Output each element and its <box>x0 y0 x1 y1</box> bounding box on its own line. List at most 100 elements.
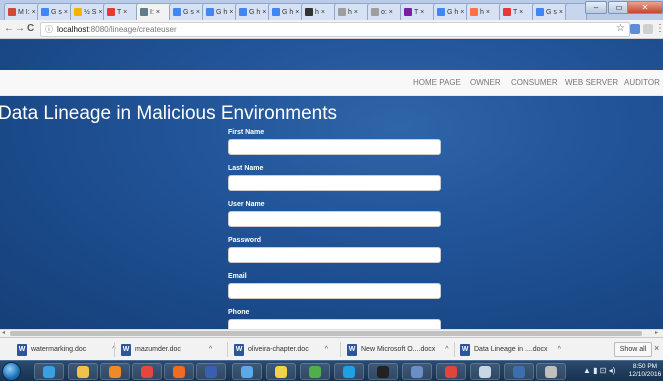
browser-tab-strip: M I: × G s × ½ S × T × I: × G s × G h × G h × G … <box>0 0 663 20</box>
address-url: localhost:8080/lineage/createuser <box>57 25 177 34</box>
download-separator <box>454 342 455 357</box>
taskbar-app[interactable] <box>536 363 566 380</box>
tab-favicon-icon <box>239 8 247 16</box>
site-navbar: HOME PAGE OWNER CONSUMER WEB SERVER AUDI… <box>0 70 663 96</box>
taskbar-app[interactable] <box>196 363 226 380</box>
taskbar-app[interactable] <box>34 363 64 380</box>
skype-icon <box>343 365 355 378</box>
show-all-downloads-button[interactable]: Show all <box>614 342 652 357</box>
taskbar-app[interactable] <box>266 363 296 380</box>
taskbar-app[interactable] <box>504 363 534 380</box>
password-label: Password <box>228 237 262 244</box>
tab-label: T × <box>414 8 425 16</box>
scroll-left-arrow-icon[interactable]: ◂ <box>2 329 5 336</box>
tab-favicon-icon <box>338 8 346 16</box>
ie-icon <box>43 365 55 378</box>
menu-icon[interactable]: ⋮ <box>655 23 663 34</box>
forward-button[interactable]: → <box>15 23 25 34</box>
taskbar-app[interactable] <box>334 363 364 380</box>
url-host: localhost <box>57 25 89 34</box>
tab-favicon-icon <box>503 8 511 16</box>
clock[interactable]: 8:50 PM 12/10/2016 <box>628 363 662 379</box>
tab-label: G h × <box>216 8 234 16</box>
back-button[interactable]: ← <box>4 23 14 34</box>
scrollbar-thumb[interactable] <box>10 331 642 336</box>
taskbar-app[interactable] <box>68 363 98 380</box>
download-item[interactable]: W New Microsoft O....docx ^ <box>347 342 449 357</box>
nav-web-server[interactable]: WEB SERVER <box>565 78 618 87</box>
tab-favicon-icon <box>173 8 181 16</box>
taskbar-app[interactable] <box>232 363 262 380</box>
info-icon[interactable]: ⓘ <box>45 24 53 35</box>
nav-owner[interactable]: OWNER <box>470 78 501 87</box>
extension-icon[interactable] <box>643 24 653 34</box>
last-name-input[interactable] <box>228 175 441 191</box>
tab-favicon-icon <box>536 8 544 16</box>
password-input[interactable] <box>228 247 441 263</box>
taskbar-app[interactable] <box>368 363 398 380</box>
download-separator <box>114 342 115 357</box>
download-filename: Data Lineage in ....docx <box>474 346 548 353</box>
taskbar-app[interactable] <box>300 363 330 380</box>
download-menu-caret-icon[interactable]: ^ <box>558 346 561 353</box>
download-separator <box>227 342 228 357</box>
calc-icon <box>513 365 525 378</box>
tab-label: h × <box>480 8 490 16</box>
close-download-shelf-icon[interactable]: × <box>654 343 659 353</box>
close-window-button[interactable]: ✕ <box>627 1 663 14</box>
nav-auditor[interactable]: AUDITOR <box>624 78 660 87</box>
taskbar-app[interactable] <box>436 363 466 380</box>
horizontal-scrollbar[interactable]: ◂ ▸ <box>0 329 663 337</box>
word-doc-icon: W <box>17 343 27 356</box>
tab-favicon-icon <box>371 8 379 16</box>
reload-button[interactable]: C <box>27 23 34 34</box>
user-name-input[interactable] <box>228 211 441 227</box>
tab-favicon-icon <box>8 8 16 16</box>
new-tab-button[interactable] <box>565 3 587 20</box>
taskbar-app[interactable] <box>470 363 500 380</box>
firefox-icon <box>173 365 185 378</box>
download-filename: mazumder.doc <box>135 346 181 353</box>
paint-icon <box>241 365 253 378</box>
address-bar[interactable]: ⓘ localhost:8080/lineage/createuser <box>40 22 630 37</box>
vpn-icon <box>205 365 217 378</box>
scroll-right-arrow-icon[interactable]: ▸ <box>655 329 658 336</box>
download-menu-caret-icon[interactable]: ^ <box>445 346 448 353</box>
taskbar-app[interactable] <box>402 363 432 380</box>
download-item[interactable]: W oliveira-chapter.doc ^ <box>234 342 328 357</box>
download-menu-caret-icon[interactable]: ^ <box>209 346 212 353</box>
tab-label: G h × <box>282 8 300 16</box>
taskbar-app[interactable] <box>164 363 194 380</box>
bookmark-star-icon[interactable]: ☆ <box>616 23 625 34</box>
tab-label: ½ S × <box>84 8 103 16</box>
download-filename: oliveira-chapter.doc <box>248 346 309 353</box>
chrome-icon <box>141 365 153 378</box>
tab-label: h × <box>348 8 358 16</box>
minimize-button[interactable]: – <box>585 1 607 14</box>
tab-favicon-icon <box>305 8 313 16</box>
download-item[interactable]: W watermarking.doc ^ <box>17 342 116 357</box>
email-label: Email <box>228 273 247 280</box>
app-icon <box>309 365 321 378</box>
star-app-icon <box>445 365 457 378</box>
nav-home-page[interactable]: HOME PAGE <box>413 78 461 87</box>
windows-taskbar: ▲ ▮ ⊡ ◂) 8:50 PM 12/10/2016 <box>0 360 663 381</box>
media-player-icon <box>109 365 121 378</box>
nav-consumer[interactable]: CONSUMER <box>511 78 558 87</box>
page-viewport: HOME PAGE OWNER CONSUMER WEB SERVER AUDI… <box>0 40 663 330</box>
tab-label: M I: × <box>18 8 36 16</box>
browser-toolbar: ← → C ⓘ localhost:8080/lineage/createuse… <box>0 20 663 39</box>
java-icon <box>545 365 557 378</box>
clock-date: 12/10/2016 <box>628 371 662 378</box>
email-input[interactable] <box>228 283 441 299</box>
system-tray[interactable]: ▲ ▮ ⊡ ◂) <box>583 366 615 375</box>
start-button[interactable] <box>2 362 21 381</box>
download-menu-caret-icon[interactable]: ^ <box>325 346 328 353</box>
taskbar-app[interactable] <box>100 363 130 380</box>
taskbar-app[interactable] <box>132 363 162 380</box>
first-name-input[interactable] <box>228 139 441 155</box>
extension-icon[interactable] <box>630 24 640 34</box>
download-item[interactable]: W mazumder.doc ^ <box>121 342 212 357</box>
phone-label: Phone <box>228 309 250 316</box>
download-item[interactable]: W Data Lineage in ....docx ^ <box>460 342 561 357</box>
